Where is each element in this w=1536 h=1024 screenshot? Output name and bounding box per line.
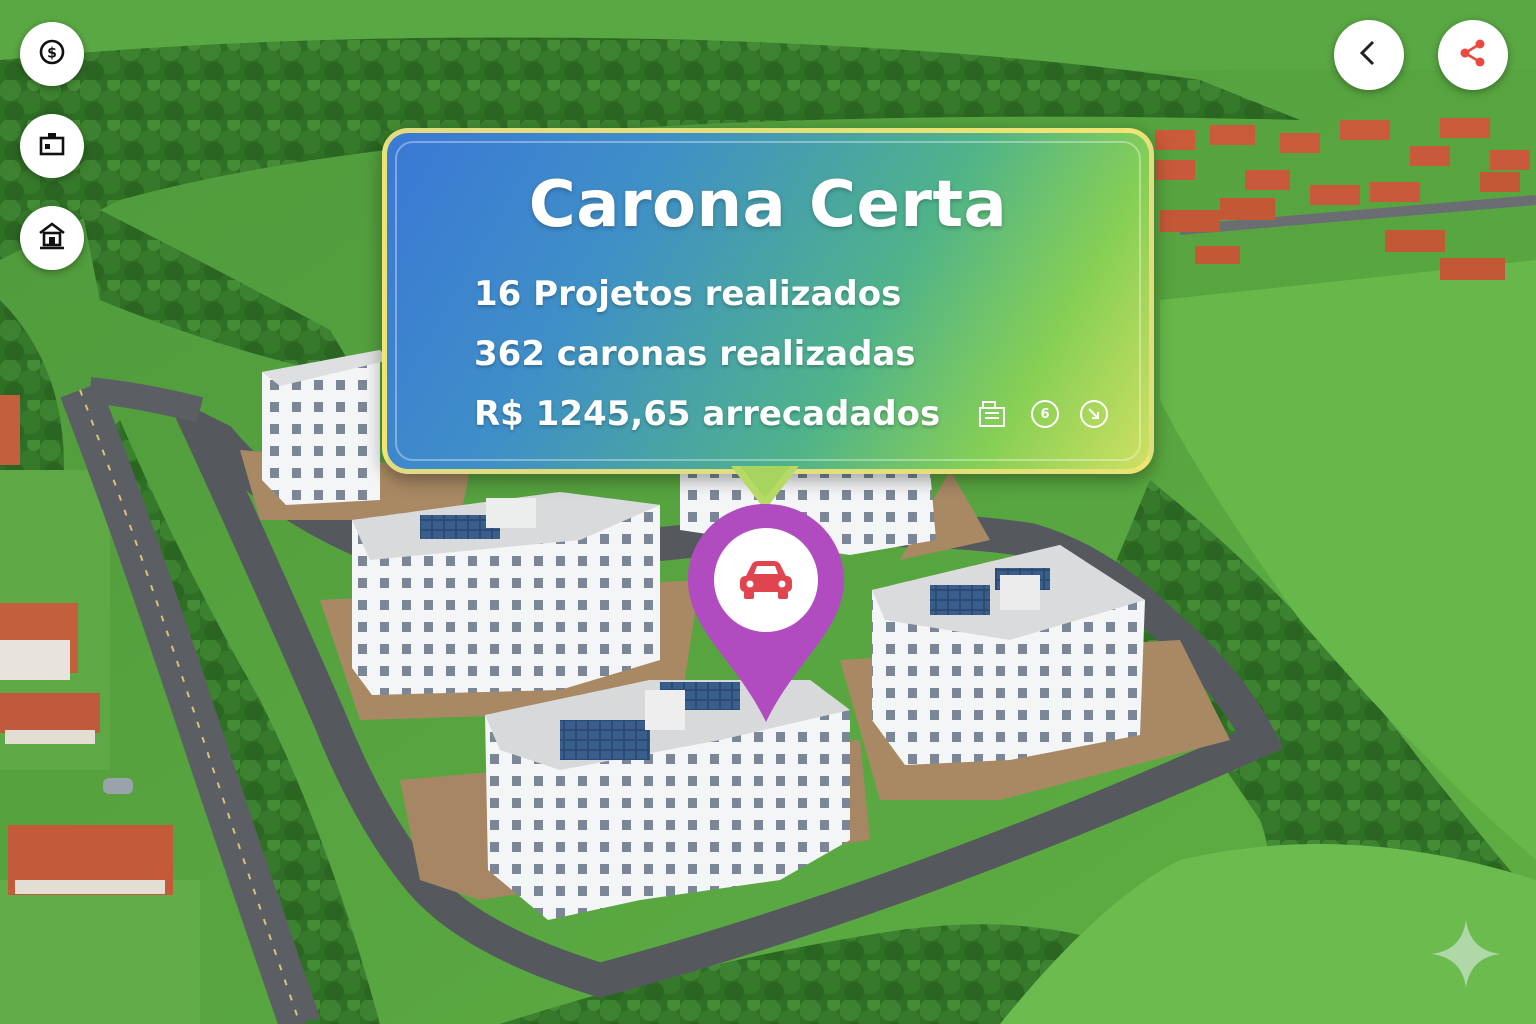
share-button[interactable] [1438,20,1508,90]
arrow-circle-icon[interactable] [1078,398,1110,430]
camera-icon [35,127,69,165]
popup-tail-fill [740,466,790,498]
home-button[interactable] [20,206,84,270]
back-chevron-icon [1352,36,1386,74]
dollar-button[interactable]: $ [20,22,84,86]
building-back-left [262,350,390,505]
svg-text:$: $ [47,46,57,62]
dollar-icon: $ [35,35,69,73]
home-icon [35,219,69,257]
share-icon [1456,36,1490,74]
building-mid-left [352,492,660,695]
car-icon [734,556,798,604]
number-badge-icon[interactable]: 6 [1029,398,1061,430]
stat-projects: 16 Projetos realizados [474,274,902,314]
camera-button[interactable] [20,114,84,178]
stat-rides: 362 caronas realizadas [474,334,916,374]
sparkle-icon [1430,918,1502,990]
stat-raised: R$ 1245,65 arrecadados [474,394,941,434]
building-icon[interactable] [976,398,1008,430]
map-pin[interactable] [686,500,846,725]
back-button[interactable] [1334,20,1404,90]
popup-title: Carona Certa [528,168,1008,242]
badge-number: 6 [1040,406,1050,422]
